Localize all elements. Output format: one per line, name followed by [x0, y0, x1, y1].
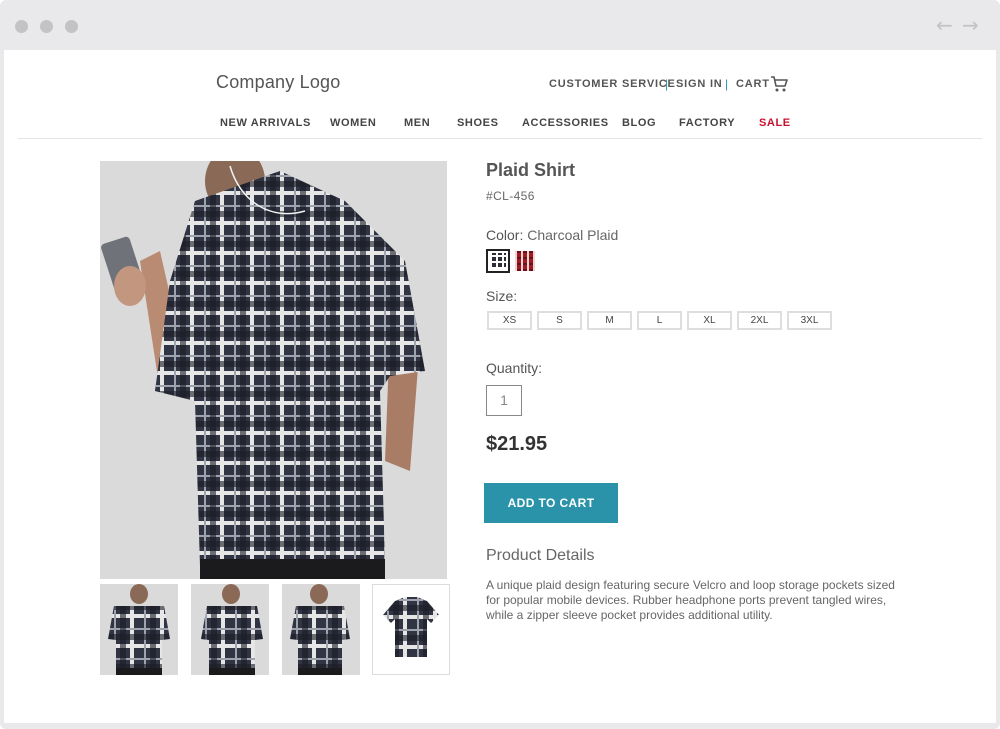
size-label: Size:: [486, 288, 518, 304]
product-main-image[interactable]: [100, 161, 447, 579]
size-button-s[interactable]: S: [537, 311, 582, 330]
size-button-xl[interactable]: XL: [687, 311, 732, 330]
back-arrow-icon[interactable]: ←: [936, 12, 953, 38]
forward-arrow-icon[interactable]: →: [962, 12, 979, 38]
add-to-cart-button[interactable]: ADD TO CART: [484, 483, 618, 523]
size-button-2xl[interactable]: 2XL: [737, 311, 782, 330]
nav-women[interactable]: WOMEN: [330, 117, 376, 129]
cart-icon[interactable]: [770, 75, 788, 93]
product-thumbnail[interactable]: [282, 584, 360, 675]
swatch-red-plaid[interactable]: [513, 249, 537, 273]
nav-sale[interactable]: SALE: [759, 117, 791, 129]
customer-service-link[interactable]: CUSTOMER SERVICE: [549, 78, 676, 90]
header-divider: [18, 138, 982, 139]
product-details-heading: Product Details: [486, 547, 595, 564]
browser-titlebar: ← →: [0, 0, 1000, 50]
product-sku: #CL-456: [486, 189, 535, 203]
nav-new-arrivals[interactable]: NEW ARRIVALS: [220, 117, 311, 129]
nav-shoes[interactable]: SHOES: [457, 117, 499, 129]
nav-factory[interactable]: FACTORY: [679, 117, 735, 129]
color-label: Color:: [486, 227, 524, 243]
quantity-input[interactable]: 1: [486, 385, 522, 416]
browser-window: ← → Company Logo CUSTOMER SERVICE | SIGN…: [0, 0, 1000, 729]
quantity-label: Quantity:: [486, 360, 543, 376]
product-title: Plaid Shirt: [486, 160, 576, 180]
product-details-text: A unique plaid design featuring secure V…: [486, 578, 895, 622]
size-button-l[interactable]: L: [637, 311, 682, 330]
product-thumbnail[interactable]: [372, 584, 450, 675]
maximize-window-dot[interactable]: [65, 20, 78, 33]
nav-blog[interactable]: BLOG: [622, 117, 656, 129]
size-button-m[interactable]: M: [587, 311, 632, 330]
company-logo[interactable]: Company Logo: [216, 72, 340, 93]
product-price: $21.95: [486, 433, 548, 455]
sign-in-link[interactable]: SIGN IN: [676, 78, 723, 90]
nav-accessories[interactable]: ACCESSORIES: [522, 117, 609, 129]
minimize-window-dot[interactable]: [40, 20, 53, 33]
product-thumbnail[interactable]: [191, 584, 269, 675]
page-viewport: Company Logo CUSTOMER SERVICE | SIGN IN …: [4, 50, 996, 723]
product-thumbnail[interactable]: [100, 584, 178, 675]
cart-link[interactable]: CART: [736, 78, 770, 90]
color-value: Charcoal Plaid: [527, 227, 619, 243]
utility-separator: |: [725, 77, 729, 91]
size-button-3xl[interactable]: 3XL: [787, 311, 832, 330]
nav-men[interactable]: MEN: [404, 117, 430, 129]
close-window-dot[interactable]: [15, 20, 28, 33]
swatch-charcoal-plaid[interactable]: [486, 249, 510, 273]
size-button-xs[interactable]: XS: [487, 311, 532, 330]
color-label-row: Color: Charcoal Plaid: [486, 227, 618, 243]
utility-separator: |: [665, 77, 669, 91]
